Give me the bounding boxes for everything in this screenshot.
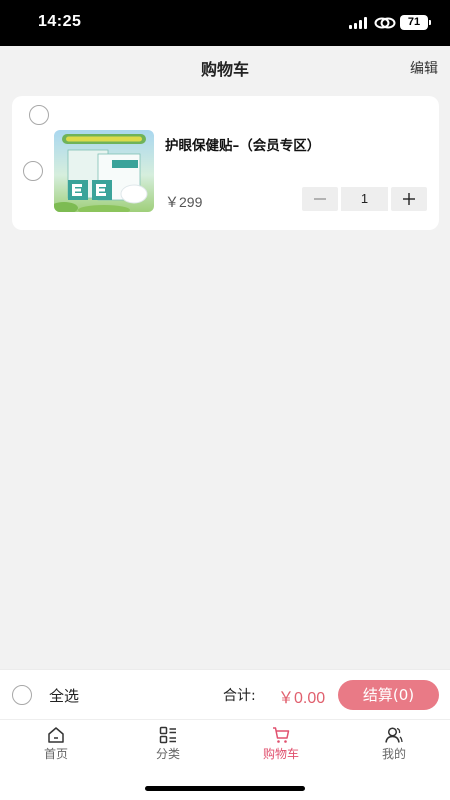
quantity-stepper: 1 — [302, 187, 427, 211]
battery-icon: 71 — [400, 15, 431, 30]
shop-select-radio[interactable] — [29, 105, 49, 125]
tab-category-label: 分类 — [155, 747, 180, 761]
increase-button[interactable] — [391, 187, 427, 211]
plus-icon — [403, 193, 415, 205]
minus-icon — [314, 198, 326, 200]
select-all-label[interactable]: 全选 — [49, 685, 79, 706]
decrease-button[interactable] — [302, 187, 338, 211]
cart-shop-card: 护眼保健贴–（会员专区） ￥299 1 — [12, 96, 439, 230]
page-header: 购物车 编辑 — [0, 46, 450, 88]
home-indicator — [145, 786, 305, 791]
tab-profile[interactable]: 我的 — [338, 726, 450, 762]
select-all-radio[interactable] — [12, 685, 32, 705]
link-icon — [374, 17, 396, 29]
tab-home[interactable]: 首页 — [0, 726, 112, 762]
product-image[interactable] — [54, 130, 154, 212]
total-label: 合计: — [223, 688, 256, 704]
total-value: ￥0.00 — [278, 690, 326, 707]
category-icon — [159, 726, 176, 744]
product-price: ￥299 — [165, 194, 203, 210]
tab-cart[interactable]: 购物车 — [225, 726, 337, 762]
checkout-button[interactable]: 结算(0) — [338, 680, 439, 710]
status-time: 14:25 — [38, 13, 82, 30]
tab-home-label: 首页 — [43, 747, 68, 761]
signal-icon — [349, 17, 369, 29]
item-select-radio[interactable] — [23, 161, 43, 181]
page-title: 购物车 — [200, 60, 249, 79]
status-bar: 14:25 71 — [0, 0, 450, 46]
tab-profile-label: 我的 — [381, 747, 406, 761]
edit-button[interactable]: 编辑 — [410, 58, 438, 78]
tab-category[interactable]: 分类 — [112, 726, 224, 762]
quantity-input[interactable]: 1 — [341, 187, 388, 211]
user-icon — [385, 727, 403, 743]
home-icon — [48, 727, 64, 743]
checkout-bar: 全选 合计: ￥0.00 结算(0) — [0, 669, 450, 719]
product-name[interactable]: 护眼保健贴–（会员专区） — [165, 134, 320, 154]
cart-icon — [273, 727, 290, 743]
tab-cart-label: 购物车 — [262, 747, 299, 761]
